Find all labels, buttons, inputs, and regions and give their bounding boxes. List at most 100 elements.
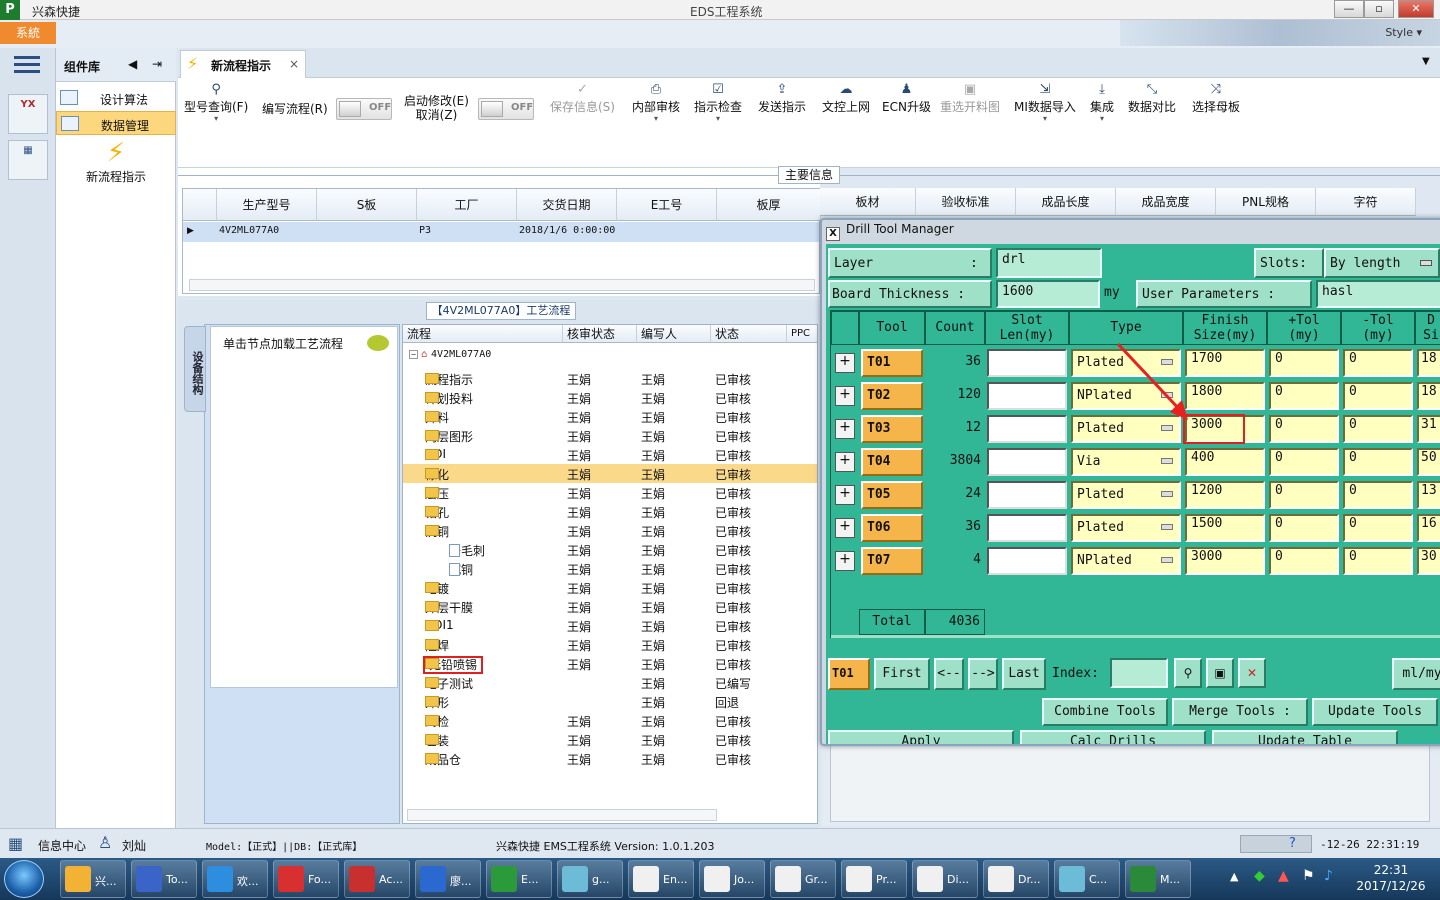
apply-button[interactable]: Apply	[828, 730, 1014, 744]
horizontal-scrollbar[interactable]	[407, 809, 717, 821]
column-header[interactable]: 成品宽度	[1116, 188, 1216, 216]
drill-size-field[interactable]: 18	[1417, 349, 1440, 377]
info-center-link[interactable]: 信息中心	[38, 837, 86, 854]
slots-dropdown[interactable]: By length	[1324, 248, 1440, 278]
tree-row[interactable]: +电镀 王娟 王娟 已审核	[403, 578, 817, 597]
minus-tol-field[interactable]: 0	[1343, 349, 1413, 377]
tray-network-icon[interactable]: ▲	[1278, 868, 1289, 884]
units-button[interactable]: ml/my	[1392, 658, 1440, 690]
column-header[interactable]: 成品长度	[1016, 188, 1116, 216]
slot-len-field[interactable]	[987, 547, 1067, 575]
tree-row[interactable]: +阻焊 王娟 王娟 已审核	[403, 635, 817, 654]
taskbar-app[interactable]: M...	[1125, 860, 1191, 898]
minus-tol-field[interactable]: 0	[1343, 547, 1413, 575]
drill-size-field[interactable]: 13	[1417, 481, 1440, 509]
column-header[interactable]: 状态	[711, 325, 787, 343]
type-dropdown[interactable]: NPlated	[1071, 547, 1181, 575]
taskbar-app[interactable]: En...	[628, 860, 694, 898]
write-process-button[interactable]: 编写流程(R)	[262, 100, 328, 117]
tree-row[interactable]: +AOI 王娟 王娟 已审核	[403, 445, 817, 464]
minus-tol-field[interactable]: 0	[1343, 415, 1413, 443]
save-icon[interactable]: ▣	[1206, 658, 1234, 688]
plus-tol-field[interactable]: 0	[1269, 415, 1339, 443]
type-dropdown[interactable]: Via	[1071, 448, 1181, 476]
tree-row[interactable]: +钻孔 王娟 王娟 已审核	[403, 502, 817, 521]
taskbar-app[interactable]: Di...	[912, 860, 978, 898]
model-query-button[interactable]: ⚲ 型号查询(F) ▾	[184, 82, 248, 123]
hamburger-menu-icon[interactable]	[14, 56, 40, 74]
tree-row[interactable]: +棕化 王娟 王娟 已审核	[403, 464, 817, 483]
expand-row-icon[interactable]: +	[835, 551, 855, 571]
slot-len-field[interactable]	[987, 349, 1067, 377]
tool-id[interactable]: T07	[861, 547, 923, 575]
reselect-cutting-map-button[interactable]: ▣ 重选开料图	[940, 82, 1000, 115]
slot-len-field[interactable]	[987, 415, 1067, 443]
taskbar-app[interactable]: Dr...	[983, 860, 1049, 898]
user-parameters-field[interactable]: hasl	[1316, 280, 1440, 308]
internal-review-button[interactable]: ⎙ 内部审核 ▾	[632, 82, 680, 123]
delete-icon[interactable]: ✕	[1238, 658, 1266, 688]
tree-row[interactable]: 去毛刺 王娟 王娟 已审核	[403, 540, 817, 559]
collapse-left-icon[interactable]: ◀	[128, 57, 137, 71]
tray-volume-icon[interactable]: ♪	[1324, 868, 1333, 884]
update-tools-button[interactable]: Update Tools	[1312, 698, 1438, 726]
index-field[interactable]	[1110, 658, 1168, 688]
data-compare-button[interactable]: ⤡ 数据对比	[1128, 82, 1176, 115]
finish-size-field[interactable]: 1200	[1185, 481, 1265, 509]
taskbar-app[interactable]: 欢...	[202, 860, 268, 898]
minus-tol-field[interactable]: 0	[1343, 448, 1413, 476]
plus-tol-field[interactable]: 0	[1269, 382, 1339, 410]
plus-tol-field[interactable]: 0	[1269, 547, 1339, 575]
drill-size-field[interactable]: 18	[1417, 382, 1440, 410]
minus-tol-field[interactable]: 0	[1343, 514, 1413, 542]
tree-row[interactable]: +外层干膜 王娟 王娟 已审核	[403, 597, 817, 616]
tree-row[interactable]: +AOI1 王娟 王娟 已审核	[403, 616, 817, 635]
column-header[interactable]: PNL规格	[1216, 188, 1316, 216]
sidebar-item-design-algorithm[interactable]: 设计算法	[56, 86, 176, 110]
taskbar-clock[interactable]: 22:31 2017/12/26	[1346, 862, 1436, 894]
tree-row[interactable]: +计划投料 王娟 王娟 已审核	[403, 388, 817, 407]
plus-tol-field[interactable]: 0	[1269, 349, 1339, 377]
start-button[interactable]	[4, 860, 44, 898]
column-header[interactable]: 流程	[403, 325, 563, 343]
tab-close-icon[interactable]: ×	[289, 57, 299, 71]
table-scrollbar[interactable]	[831, 635, 1440, 638]
maximize-button[interactable]: ▫	[1364, 0, 1394, 18]
slot-len-field[interactable]	[987, 448, 1067, 476]
start-modify-toggle[interactable]: OFF	[478, 98, 534, 120]
taskbar-app[interactable]: 廖...	[415, 860, 481, 898]
tree-row[interactable]: +终检 王娟 王娟 已审核	[403, 711, 817, 730]
drill-size-field[interactable]: 30	[1417, 547, 1440, 575]
column-header[interactable]: 交货日期	[517, 189, 617, 221]
taskbar-app[interactable]: To...	[131, 860, 197, 898]
column-header[interactable]: Count	[925, 311, 985, 345]
tree-row[interactable]: +外形 王娟 回退	[403, 692, 817, 711]
type-dropdown[interactable]: Plated	[1071, 481, 1181, 509]
column-header[interactable]: Slot Len(my)	[985, 311, 1069, 345]
type-dropdown[interactable]: Plated	[1071, 514, 1181, 542]
column-header[interactable]: 工厂	[417, 189, 517, 221]
sidebar-item-new-process[interactable]: ⚡ 新流程指示	[56, 138, 176, 188]
instruction-check-button[interactable]: ☑ 指示检查 ▾	[694, 82, 742, 123]
expand-row-icon[interactable]: +	[835, 452, 855, 472]
column-header[interactable]: Tool	[859, 311, 925, 345]
tree-row[interactable]: +开料 王娟 王娟 已审核	[403, 407, 817, 426]
calculator-icon[interactable]: ▦	[8, 140, 48, 180]
tool-id[interactable]: T03	[861, 415, 923, 443]
prev-button[interactable]: <--	[934, 658, 964, 690]
tree-row[interactable]: +流程指示 王娟 王娟 已审核	[403, 369, 817, 388]
expand-row-icon[interactable]: +	[835, 485, 855, 505]
tab-device-structure[interactable]: 设备结构	[184, 326, 206, 412]
tree-root[interactable]: − ⌂ 4V2ML077A0	[409, 349, 491, 360]
slot-len-field[interactable]	[987, 514, 1067, 542]
tree-row[interactable]: +层压 王娟 王娟 已审核	[403, 483, 817, 502]
tray-app-icon[interactable]: ◆	[1254, 868, 1265, 884]
tree-row[interactable]: +电子测试 王娟 已编写	[403, 673, 817, 692]
column-header[interactable]: 验收标准	[916, 188, 1016, 216]
combine-tools-button[interactable]: Combine Tools	[1042, 698, 1168, 726]
column-header[interactable]: +Tol (my)	[1267, 311, 1341, 345]
tab-new-process[interactable]: ⚡ 新流程指示 ×	[180, 50, 306, 78]
slot-len-field[interactable]	[987, 481, 1067, 509]
tree-row[interactable]: −沉铜 王娟 王娟 已审核	[403, 521, 817, 540]
expand-row-icon[interactable]: +	[835, 353, 855, 373]
